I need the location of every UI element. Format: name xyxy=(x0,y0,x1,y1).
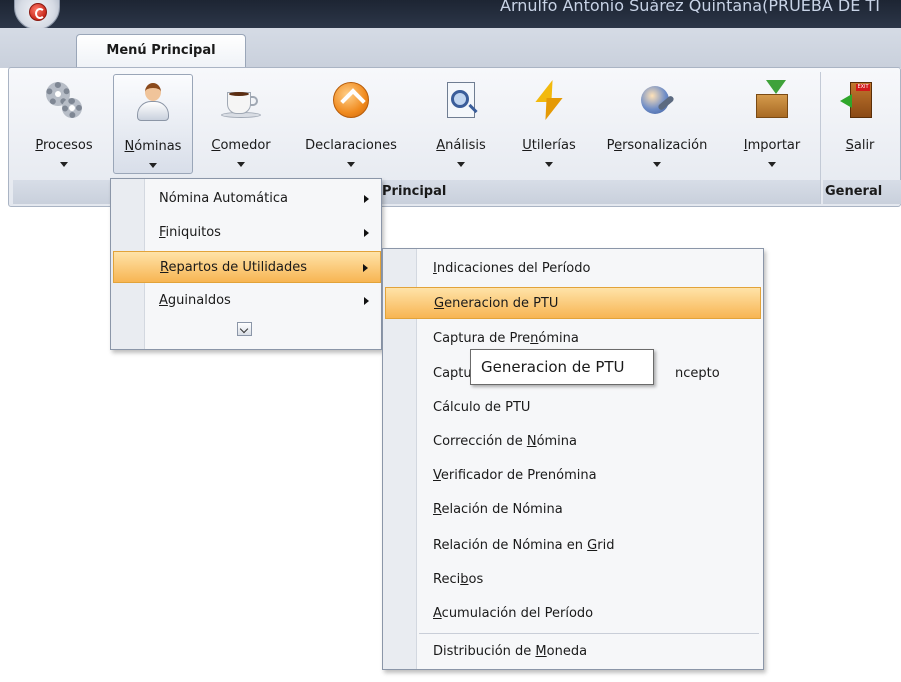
utilerias-button[interactable]: Utilerías xyxy=(507,74,591,174)
nominas-button[interactable]: Nóminas xyxy=(113,74,193,174)
repartos-de-utilidades-submenu: Indicaciones del Período Generacion de P… xyxy=(382,248,764,670)
lightning-icon xyxy=(529,80,569,120)
title-bar: Arnulfo Antonio Suárez Quintana(PRUEBA D… xyxy=(0,0,901,30)
declaration-arrow-icon xyxy=(331,80,371,120)
menu-item-repartos-de-utilidades[interactable]: Repartos de Utilidades xyxy=(113,251,381,283)
tab-menu-principal[interactable]: Menú Principal xyxy=(76,34,246,70)
menu-item-relacion-de-nomina[interactable]: Relación de Nómina xyxy=(385,494,761,526)
group-label-general: General xyxy=(823,180,901,204)
menu-item-generacion-de-ptu[interactable]: Generacion de PTU xyxy=(385,287,761,319)
chevron-down-icon xyxy=(237,162,245,167)
comedor-button[interactable]: Comedor xyxy=(201,74,281,174)
analisis-button[interactable]: Análisis xyxy=(421,74,501,174)
salir-button[interactable]: EXIT Salir xyxy=(825,74,895,174)
chevron-down-icon xyxy=(149,163,157,168)
ribbon-tab-strip: Menú Principal xyxy=(0,28,901,70)
submenu-arrow-icon xyxy=(364,297,369,305)
chevron-down-icon xyxy=(768,162,776,167)
importar-button[interactable]: Importar xyxy=(729,74,815,174)
submenu-arrow-icon xyxy=(364,229,369,237)
menu-item-acumulacion-del-periodo[interactable]: Acumulación del Período xyxy=(385,598,761,630)
submenu-arrow-icon xyxy=(364,195,369,203)
document-magnifier-icon xyxy=(441,80,481,120)
coffee-cup-icon xyxy=(221,80,261,120)
menu-item-indicaciones-del-periodo[interactable]: Indicaciones del Período xyxy=(385,253,761,285)
menu-item-correccion-de-nomina[interactable]: Corrección de Nómina xyxy=(385,426,761,458)
menu-item-calculo-de-ptu[interactable]: Cálculo de PTU xyxy=(385,392,761,424)
app-logo-icon xyxy=(29,3,47,21)
menu-separator xyxy=(419,633,759,634)
procesos-button[interactable]: Procesos xyxy=(19,74,109,174)
menu-item-nomina-automatica[interactable]: Nómina Automática xyxy=(113,183,381,215)
chevron-down-icon xyxy=(457,162,465,167)
exit-door-icon: EXIT xyxy=(840,80,880,120)
menu-item-recibos[interactable]: Recibos xyxy=(385,564,761,596)
menu-item-relacion-de-nomina-en-grid[interactable]: Relación de Nómina en Grid xyxy=(385,530,761,562)
declaraciones-button[interactable]: Declaraciones xyxy=(289,74,413,174)
group-label-principal-text: Principal xyxy=(382,184,447,199)
chevron-down-icon xyxy=(347,162,355,167)
menu-item-finiquitos[interactable]: Finiquitos xyxy=(113,217,381,249)
menu-item-verificador-de-prenomina[interactable]: Verificador de Prenómina xyxy=(385,460,761,492)
chevron-down-icon xyxy=(60,162,68,167)
chevron-down-icon xyxy=(653,162,661,167)
submenu-arrow-icon xyxy=(363,264,368,272)
chevron-down-icon xyxy=(545,162,553,167)
gears-icon xyxy=(44,80,84,120)
menu-expand-button[interactable] xyxy=(237,322,252,336)
employee-icon xyxy=(133,81,173,121)
tooltip: Generacion de PTU xyxy=(470,349,654,385)
menu-item-distribucion-de-moneda[interactable]: Distribución de Moneda xyxy=(385,636,761,668)
personalizacion-button[interactable]: Personalización xyxy=(593,74,721,174)
user-settings-icon xyxy=(637,80,677,120)
nominas-dropdown-menu: Nómina Automática Finiquitos Repartos de… xyxy=(110,178,382,350)
import-box-icon xyxy=(752,80,792,120)
menu-item-aguinaldos[interactable]: Aguinaldos xyxy=(113,285,381,317)
window-title: Arnulfo Antonio Suárez Quintana(PRUEBA D… xyxy=(500,0,880,15)
ribbon-group-general: EXIT Salir General xyxy=(823,72,901,204)
application-menu-button[interactable] xyxy=(14,0,60,30)
